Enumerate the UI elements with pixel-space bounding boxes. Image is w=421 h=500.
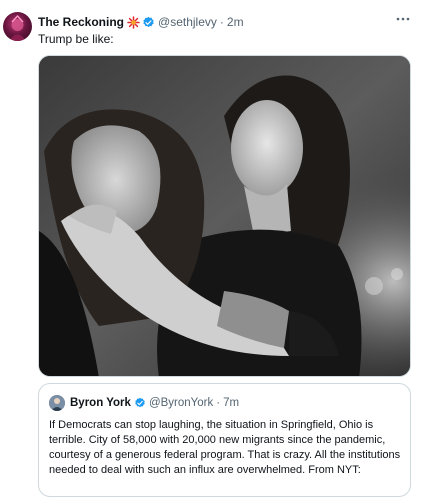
author-avatar[interactable]	[3, 12, 32, 41]
verified-badge-icon	[134, 397, 146, 409]
avatar-image	[9, 14, 26, 41]
grayscale-photo	[39, 56, 410, 376]
tweet: The Reckoning @sethjlevy · 2m Trump be l…	[0, 0, 421, 500]
quoted-post-text: If Democrats can stop laughing, the situ…	[49, 419, 401, 476]
sparkle-emoji-icon	[127, 15, 140, 29]
post-image[interactable]	[38, 55, 411, 377]
quoted-post-timestamp[interactable]: 7m	[223, 397, 239, 409]
ellipsis-icon[interactable]	[393, 11, 413, 27]
post-header: The Reckoning @sethjlevy · 2m	[38, 14, 244, 30]
quoted-header-separator: ·	[216, 397, 221, 409]
quoted-author-name[interactable]: Byron York	[70, 397, 131, 409]
verified-badge-icon	[142, 16, 155, 29]
author-handle[interactable]: @sethjlevy	[158, 15, 217, 29]
quoted-post-header: Byron York @ByronYork · 7m	[49, 394, 239, 412]
post-timestamp[interactable]: 2m	[227, 15, 244, 29]
quoted-author-avatar[interactable]	[49, 395, 65, 411]
post-text: Trump be like:	[38, 32, 114, 46]
quoted-post[interactable]: Byron York @ByronYork · 7m If Democrats …	[38, 383, 411, 497]
author-name[interactable]: The Reckoning	[38, 15, 124, 29]
quoted-author-handle[interactable]: @ByronYork	[149, 397, 213, 409]
header-separator: ·	[219, 15, 224, 29]
